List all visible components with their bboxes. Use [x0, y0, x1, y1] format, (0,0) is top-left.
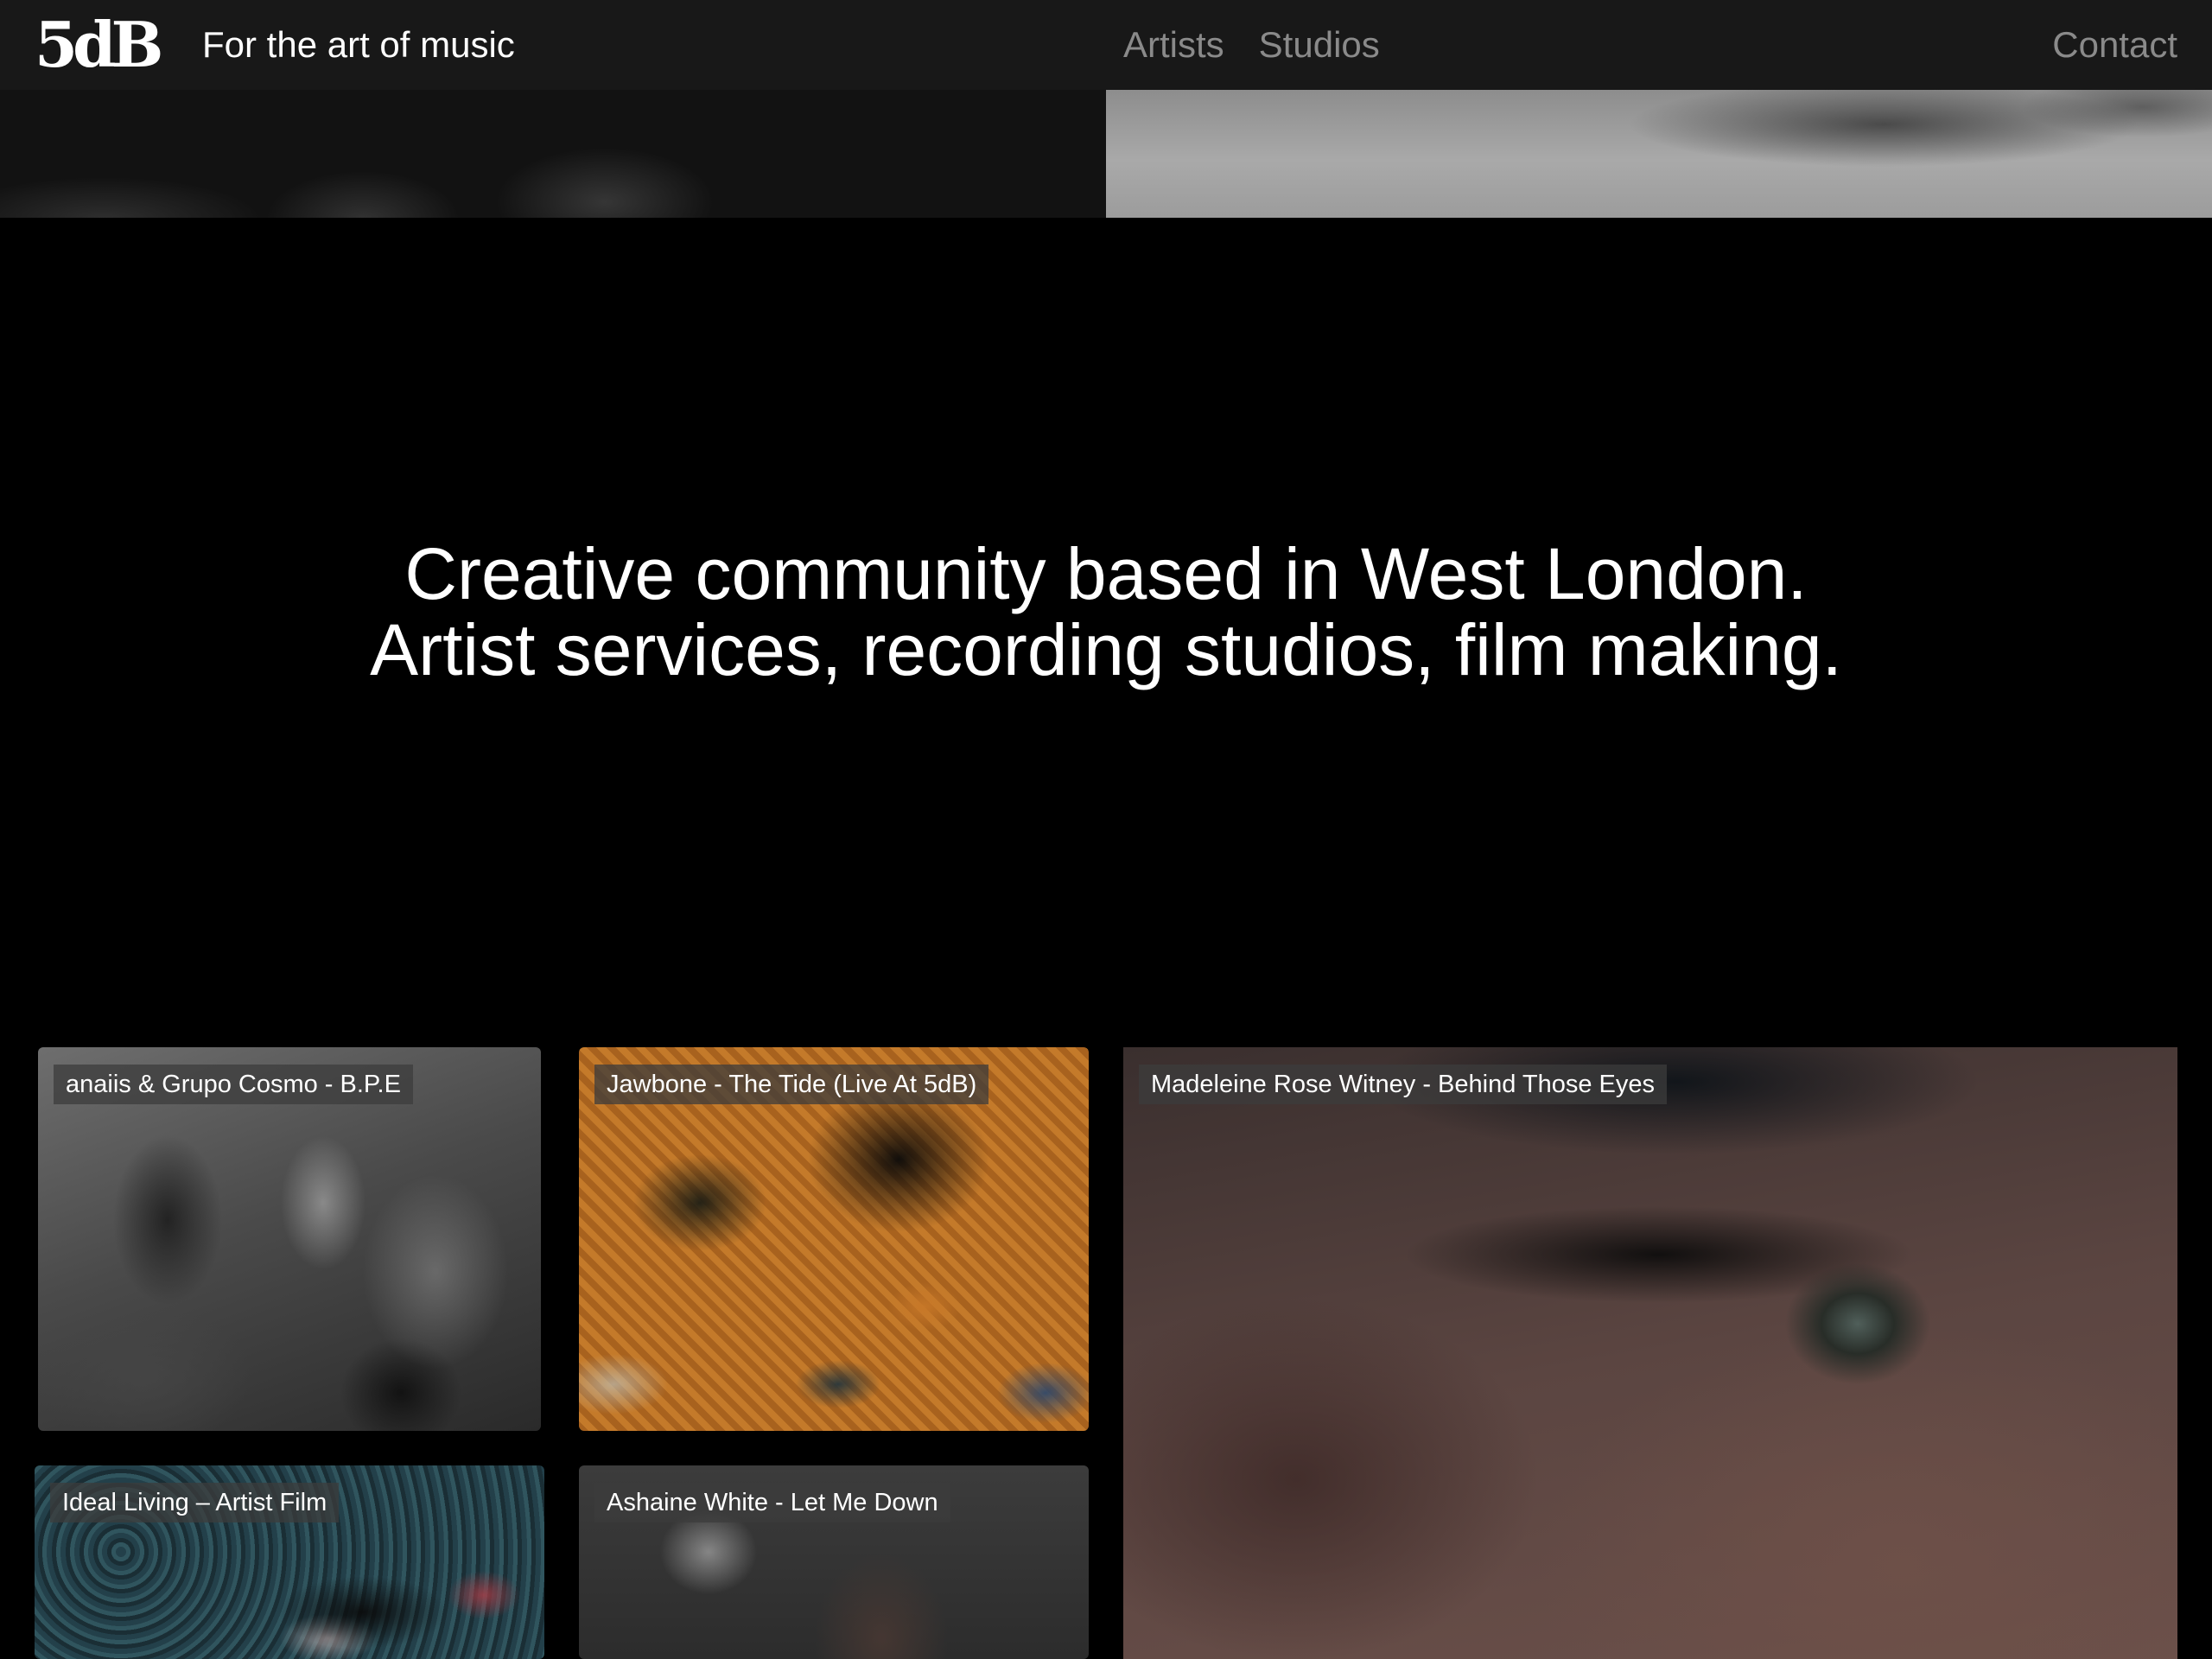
project-card-title: Madeleine Rose Witney - Behind Those Eye… — [1139, 1065, 1667, 1104]
project-card-title: Ashaine White - Let Me Down — [594, 1483, 950, 1522]
hero-statement: Creative community based in West London.… — [0, 536, 2212, 688]
strip-image-right — [1106, 90, 2212, 218]
project-card[interactable]: Ashaine White - Let Me Down — [579, 1465, 1089, 1659]
project-card-title: Jawbone - The Tide (Live At 5dB) — [594, 1065, 989, 1104]
project-card[interactable]: Ideal Living – Artist Film — [35, 1465, 544, 1659]
nav-artists-link[interactable]: Artists — [1123, 24, 1224, 66]
site-logo[interactable]: 5dB — [35, 14, 163, 76]
nav-contact-link[interactable]: Contact — [2052, 24, 2177, 66]
project-card-featured[interactable]: Madeleine Rose Witney - Behind Those Eye… — [1123, 1047, 2177, 1659]
site-tagline: For the art of music — [202, 24, 515, 65]
main-nav: Artists Studios — [1123, 24, 1380, 66]
nav-studios-link[interactable]: Studios — [1259, 24, 1380, 66]
project-card-title: Ideal Living – Artist Film — [50, 1483, 340, 1522]
project-card[interactable]: Jawbone - The Tide (Live At 5dB) — [579, 1047, 1089, 1431]
project-card-title: anaiis & Grupo Cosmo - B.P.E — [54, 1065, 413, 1104]
hero-line-2: Artist services, recording studios, film… — [370, 609, 1842, 690]
site-header: 5dB For the art of music Artists Studios… — [0, 0, 2212, 90]
project-card[interactable]: anaiis & Grupo Cosmo - B.P.E — [38, 1047, 541, 1431]
strip-image-left — [0, 90, 1106, 218]
hero-image-strip — [0, 90, 2212, 218]
hero-line-1: Creative community based in West London. — [404, 533, 1808, 614]
